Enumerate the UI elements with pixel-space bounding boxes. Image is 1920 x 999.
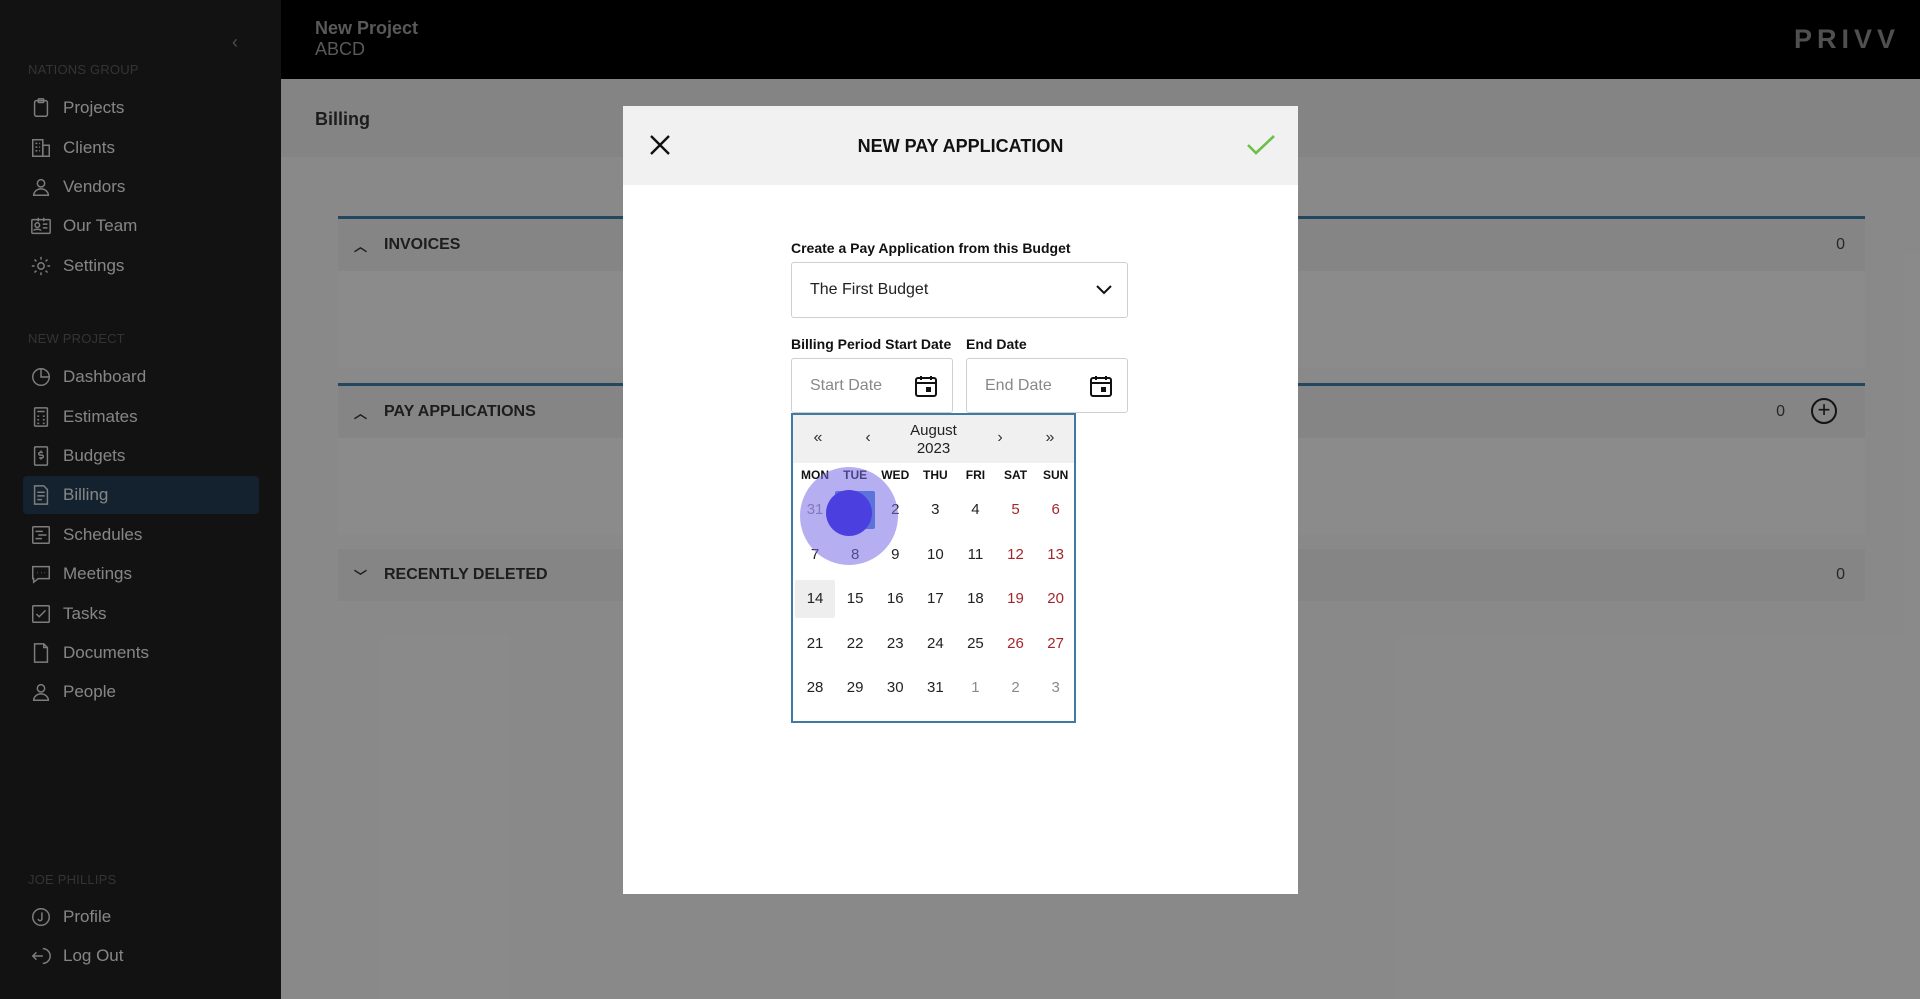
- day-cell[interactable]: 20: [1036, 580, 1076, 618]
- day-cell[interactable]: 18: [955, 580, 995, 618]
- year-label: 2023: [916, 440, 951, 457]
- day-cell[interactable]: 5: [995, 491, 1035, 529]
- end-date-placeholder: End Date: [985, 376, 1052, 394]
- day-cell[interactable]: 26: [995, 625, 1035, 663]
- weekday-header: MON TUE WED THU FRI SAT SUN: [795, 468, 1076, 488]
- end-date-input[interactable]: End Date: [966, 358, 1128, 413]
- budget-select[interactable]: The First Budget: [791, 262, 1128, 318]
- new-pay-application-dialog: NEW PAY APPLICATION Create a Pay Applica…: [623, 106, 1298, 894]
- weekday-label: WED: [881, 468, 910, 482]
- check-icon[interactable]: [1246, 132, 1276, 158]
- week-row: 7 8 9 10 11 12 13: [795, 533, 1076, 578]
- day-cell[interactable]: 17: [915, 580, 955, 618]
- day-cell[interactable]: 3: [915, 491, 955, 529]
- day-cell[interactable]: 4: [955, 491, 995, 529]
- week-row: 31 1 2 3 4 5 6: [795, 488, 1076, 533]
- date-grid: MON TUE WED THU FRI SAT SUN 31 1 2 3 4 5 6 7 8 9 10 11 12 1…: [795, 468, 1076, 711]
- calendar-icon[interactable]: [914, 374, 938, 398]
- month-label: August: [910, 422, 957, 439]
- day-cell[interactable]: 12: [995, 536, 1035, 574]
- start-date-label: Billing Period Start Date: [791, 336, 952, 352]
- day-cell[interactable]: 8: [835, 536, 875, 574]
- weekday-label: FRI: [965, 468, 986, 482]
- day-cell[interactable]: 2: [875, 491, 915, 529]
- day-cell[interactable]: 29: [835, 669, 875, 707]
- weekday-label: MON: [801, 468, 830, 482]
- weekday-label: SUN: [1042, 468, 1069, 482]
- day-cell[interactable]: 16: [875, 580, 915, 618]
- weekday-label: THU: [922, 468, 948, 482]
- start-date-input[interactable]: Start Date: [791, 358, 953, 413]
- day-cell[interactable]: 31: [795, 491, 835, 529]
- day-cell[interactable]: 31: [915, 669, 955, 707]
- week-row: 14 15 16 17 18 19 20: [795, 577, 1076, 622]
- day-cell[interactable]: 23: [875, 625, 915, 663]
- day-cell[interactable]: 1: [955, 669, 995, 707]
- day-cell[interactable]: 28: [795, 669, 835, 707]
- day-cell[interactable]: 19: [995, 580, 1035, 618]
- day-cell[interactable]: 24: [915, 625, 955, 663]
- budget-select-value: The First Budget: [810, 281, 929, 298]
- day-cell[interactable]: 11: [955, 536, 995, 574]
- day-cell[interactable]: 14: [795, 580, 836, 619]
- week-row: 28 29 30 31 1 2 3: [795, 666, 1076, 711]
- day-cell[interactable]: 3: [1036, 669, 1076, 707]
- day-cell[interactable]: 30: [875, 669, 915, 707]
- weekday-label: SAT: [1003, 468, 1028, 482]
- date-picker-nav: « ‹ August 2023 › »: [793, 415, 1074, 463]
- chevron-down-icon: [1095, 283, 1113, 297]
- budget-label: Create a Pay Application from this Budge…: [791, 240, 1071, 256]
- day-cell[interactable]: 6: [1036, 491, 1076, 529]
- day-cell[interactable]: 22: [835, 625, 875, 663]
- next-month-button[interactable]: ›: [990, 429, 1010, 447]
- day-cell[interactable]: 7: [795, 536, 835, 574]
- end-date-label: End Date: [966, 336, 1027, 352]
- week-row: 21 22 23 24 25 26 27: [795, 622, 1076, 667]
- month-year-label[interactable]: August 2023: [793, 422, 1074, 458]
- calendar-icon[interactable]: [1089, 374, 1113, 398]
- day-cell[interactable]: 9: [875, 536, 915, 574]
- day-cell[interactable]: 1: [835, 491, 876, 530]
- day-cell[interactable]: 10: [915, 536, 955, 574]
- day-cell[interactable]: 2: [995, 669, 1035, 707]
- weekday-label: TUE: [843, 468, 868, 482]
- day-cell[interactable]: 25: [955, 625, 995, 663]
- day-cell[interactable]: 27: [1036, 625, 1076, 663]
- day-cell[interactable]: 21: [795, 625, 835, 663]
- start-date-placeholder: Start Date: [810, 376, 883, 394]
- date-picker: « ‹ August 2023 › » MON TUE WED THU FRI SAT SU…: [791, 413, 1076, 723]
- next-year-button[interactable]: »: [1040, 429, 1060, 447]
- dialog-title: NEW PAY APPLICATION: [857, 136, 1064, 156]
- day-cell[interactable]: 13: [1036, 536, 1076, 574]
- day-cell[interactable]: 15: [835, 580, 875, 618]
- dialog-header: NEW PAY APPLICATION: [623, 106, 1298, 185]
